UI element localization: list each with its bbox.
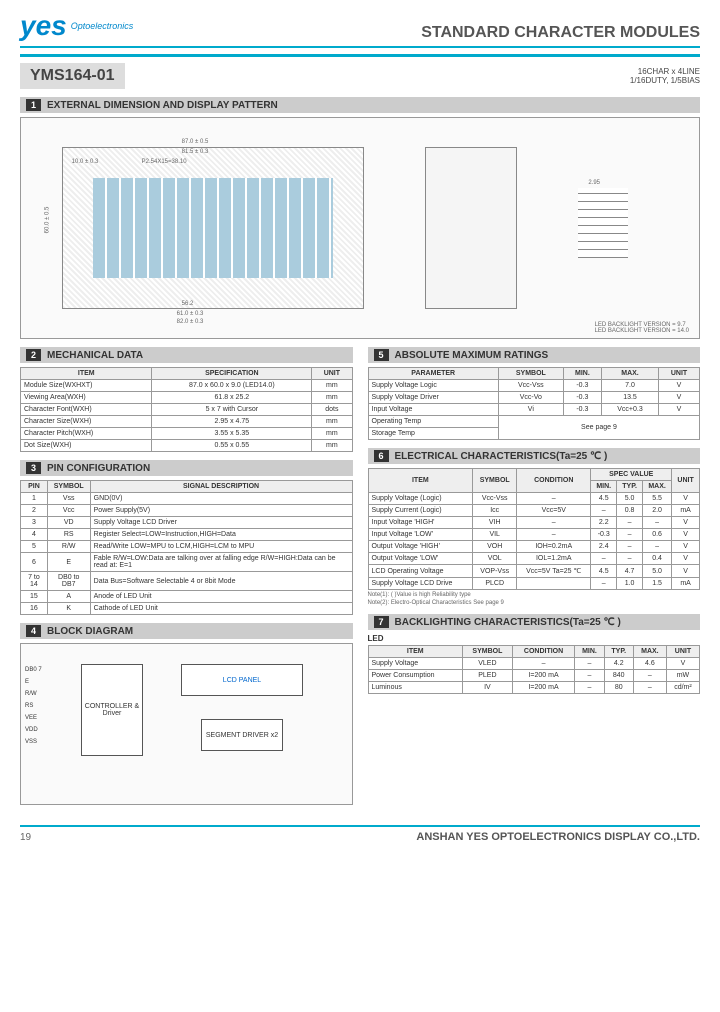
backlighting-table: ITEMSYMBOLCONDITIONMIN.TYP.MAX.UNIT Supp… [368,645,701,694]
elec-note-1: Note(1): ( )Value is high Reliability ty… [368,592,701,598]
block-lcd-panel: LCD PANEL [181,664,303,696]
header-rule [20,54,700,57]
section-2-header: 2MECHANICAL DATA [20,347,353,363]
drawing-side-view [425,147,517,309]
block-diagram: CONTROLLER & Driver LCD PANEL SEGMENT DR… [20,643,353,805]
section-3-header: 3PIN CONFIGURATION [20,460,353,476]
block-segment-driver: SEGMENT DRIVER x2 [201,719,283,751]
logo-subtitle: Optoelectronics [71,21,134,31]
mechanical-data-table: ITEMSPECIFICATIONUNIT Module Size(WXHXT)… [20,367,353,452]
page-number: 19 [20,832,31,843]
section-6-header: 6ELECTRICAL CHARACTERISTICS(Ta=25 ℃ ) [368,448,701,464]
logo-brand: yes [20,10,67,42]
section-4-header: 4BLOCK DIAGRAM [20,623,353,639]
block-controller: CONTROLLER & Driver [81,664,143,756]
dimension-drawing: 87.0 ± 0.5 81.5 ± 0.3 10.0 ± 0.3 P2.54X1… [20,117,700,339]
elec-note-2: Note(2): Electro-Optical Characteristics… [368,600,701,606]
absolute-maximum-table: PARAMETERSYMBOLMIN.MAX.UNIT Supply Volta… [368,367,701,440]
electrical-characteristics-table: ITEMSYMBOLCONDITIONSPEC VALUEUNIT MIN.TY… [368,468,701,590]
drawing-notes: LED BACKLIGHT VERSION = 9.7 LED BACKLIGH… [595,322,689,334]
section-5-header: 5ABSOLUTE MAXIMUM RATINGS [368,347,701,363]
drawing-pixel-detail: 2.95 [578,188,658,268]
page-header: yes Optoelectronics STANDARD CHARACTER M… [20,10,700,48]
section-1-header: 1EXTERNAL DIMENSION AND DISPLAY PATTERN [20,97,700,113]
led-label: LED [368,634,701,643]
pin-configuration-table: PINSYMBOLSIGNAL DESCRIPTION 1VssGND(0V) … [20,480,353,615]
page-footer: 19 ANSHAN YES OPTOELECTRONICS DISPLAY CO… [20,825,700,843]
model-number: YMS164-01 [20,63,125,89]
footer-company: ANSHAN YES OPTOELECTRONICS DISPLAY CO.,L… [416,831,700,843]
logo: yes Optoelectronics [20,10,133,42]
section-7-header: 7BACKLIGHTING CHARACTERISTICS(Ta=25 ℃ ) [368,614,701,630]
header-title: STANDARD CHARACTER MODULES [421,24,700,42]
model-spec: 16CHAR x 4LINE 1/16DUTY, 1/5BIAS [630,67,700,85]
drawing-front-view [62,147,364,309]
